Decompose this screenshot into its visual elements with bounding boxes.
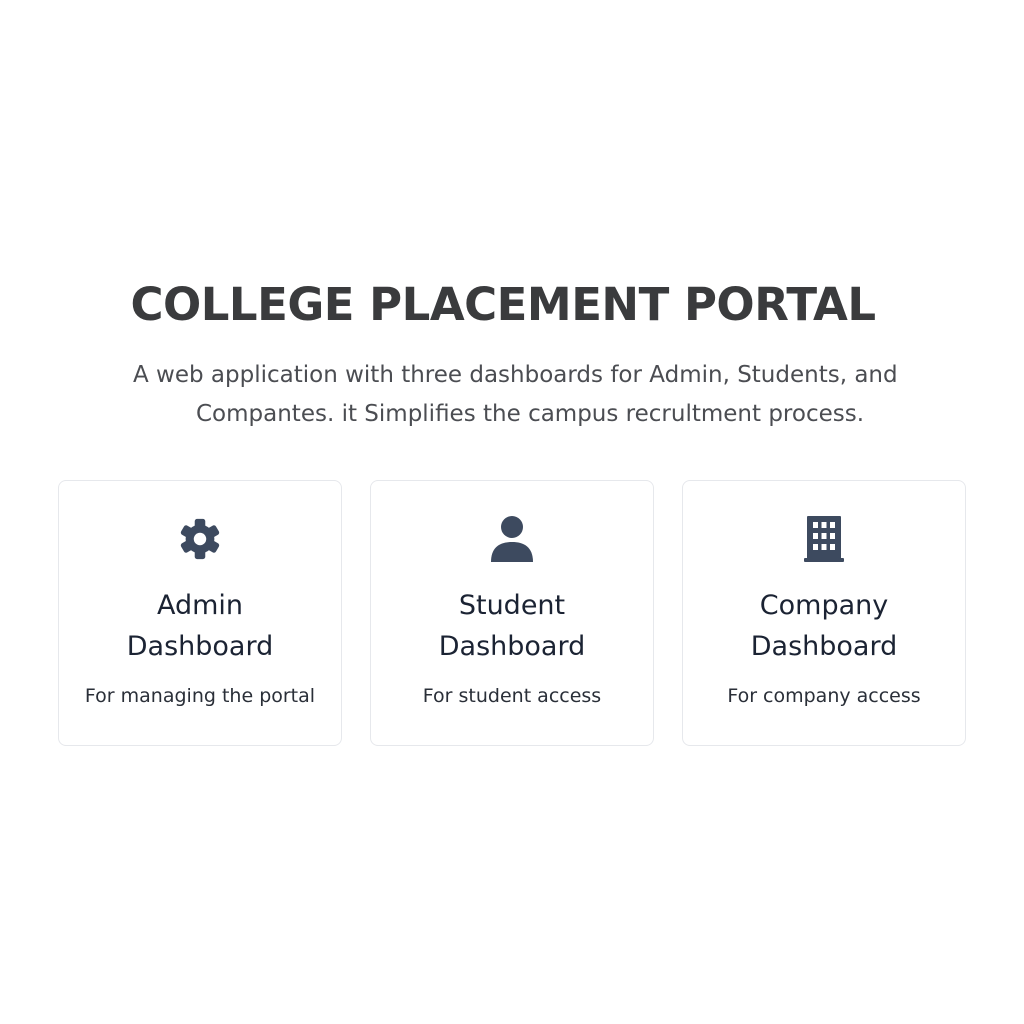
gear-icon [59, 511, 341, 567]
card-title-line-1: Student [458, 590, 566, 621]
card-title-line-2: Dashboard [750, 631, 898, 662]
card-description: For managing the portal [84, 685, 316, 707]
company-dashboard-card[interactable]: Company Dashboard For company access [682, 480, 966, 746]
card-title-line-2: Dashboard [438, 631, 586, 662]
card-description: For student access [422, 685, 602, 707]
subtitle-line-1: A web application with three dashboards … [133, 362, 898, 388]
dashboard-cards: Admin Dashboard For managing the portal … [58, 480, 968, 748]
card-title: Student Dashboard [371, 585, 653, 667]
page-title: COLLEGE PLACEMENT PORTAL [130, 278, 876, 331]
card-title-line-1: Admin [156, 590, 244, 621]
card-title-line-1: Company [759, 590, 889, 621]
card-title: Admin Dashboard [59, 585, 341, 667]
card-title: Company Dashboard [683, 585, 965, 667]
student-dashboard-card[interactable]: Student Dashboard For student access [370, 480, 654, 746]
subtitle-line-2: Compantes. it Simplifies the campus recr… [196, 401, 865, 427]
user-icon [371, 511, 653, 567]
building-icon [683, 511, 965, 567]
card-description: For company access [727, 685, 921, 707]
admin-dashboard-card[interactable]: Admin Dashboard For managing the portal [58, 480, 342, 746]
card-title-line-2: Dashboard [126, 631, 274, 662]
